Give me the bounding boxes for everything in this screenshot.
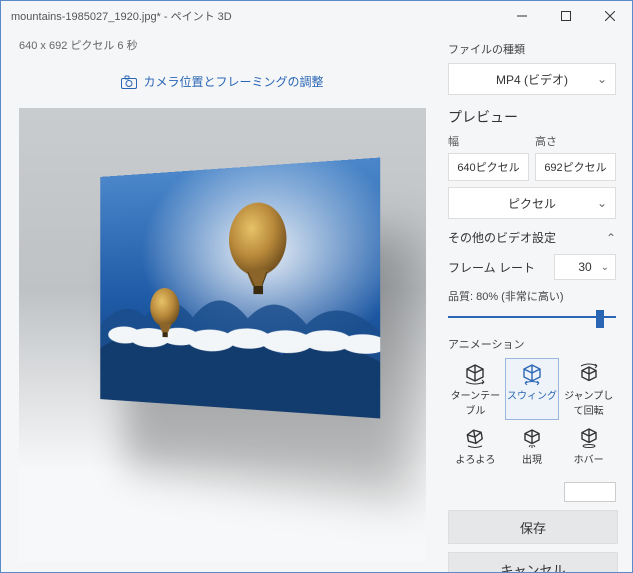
cube-swing-icon xyxy=(520,363,544,385)
animation-swing[interactable]: スウィング xyxy=(505,358,560,420)
unit-dropdown[interactable]: ピクセル ⌄ xyxy=(448,187,616,219)
height-label: 高さ xyxy=(535,133,616,149)
other-video-settings-label: その他のビデオ設定 xyxy=(448,229,556,246)
background-color-swatch[interactable] xyxy=(564,482,616,502)
unit-value: ピクセル xyxy=(508,195,556,212)
quality-slider[interactable] xyxy=(448,310,616,324)
cancel-button[interactable]: キャンセル xyxy=(448,552,618,572)
dimensions-readout: 640 x 692 ピクセル 6 秒 xyxy=(19,37,426,53)
settings-panel: ファイルの種類 MP4 (ビデオ) ⌄ プレビュー 幅 640ピクセル 高さ 6… xyxy=(436,31,632,572)
preview-image xyxy=(100,158,380,419)
cube-jump-icon xyxy=(577,363,601,385)
quality-label: 品質: 80% (非常に高い) xyxy=(448,288,616,304)
animation-wobble[interactable]: よろよろ xyxy=(448,422,503,478)
file-type-value: MP4 (ビデオ) xyxy=(496,71,568,88)
close-icon xyxy=(605,11,615,21)
other-video-settings-toggle[interactable]: その他のビデオ設定 ⌃ xyxy=(448,229,616,246)
animation-label: スウィング xyxy=(507,387,557,402)
save-button[interactable]: 保存 xyxy=(448,510,618,544)
minimize-icon xyxy=(517,11,527,21)
framerate-value: 30 xyxy=(578,260,591,274)
framerate-label: フレーム レート xyxy=(448,259,554,276)
cube-wobble-icon xyxy=(463,427,487,449)
animation-appear[interactable]: 出現 xyxy=(505,422,560,478)
cube-rotate-icon xyxy=(463,363,487,385)
animation-jump-rotate[interactable]: ジャンプして回転 xyxy=(561,358,616,420)
close-button[interactable] xyxy=(588,1,632,31)
window-title: mountains-1985027_1920.jpg* - ペイント 3D xyxy=(11,8,500,24)
animation-label: ジャンプして回転 xyxy=(562,387,615,417)
framerate-dropdown[interactable]: 30 ⌄ xyxy=(554,254,616,280)
cube-appear-icon xyxy=(520,427,544,449)
chevron-down-icon: ⌄ xyxy=(597,196,607,210)
maximize-icon xyxy=(561,11,571,21)
width-label: 幅 xyxy=(448,133,529,149)
animation-label: ターンテーブル xyxy=(449,387,502,417)
minimize-button[interactable] xyxy=(500,1,544,31)
slider-track xyxy=(448,316,616,318)
preview-artwork xyxy=(100,158,380,419)
animation-heading: アニメーション xyxy=(448,336,616,352)
preview-stage[interactable] xyxy=(19,108,426,562)
cancel-label: キャンセル xyxy=(500,560,565,573)
height-input[interactable]: 692ピクセル xyxy=(535,153,616,181)
animation-label: ホバー xyxy=(574,451,604,466)
export-dialog: mountains-1985027_1920.jpg* - ペイント 3D 64… xyxy=(0,0,633,573)
animation-hover[interactable]: ホバー xyxy=(561,422,616,478)
width-input[interactable]: 640ピクセル xyxy=(448,153,529,181)
file-type-label: ファイルの種類 xyxy=(448,41,616,57)
animation-label: よろよろ xyxy=(455,451,495,466)
animation-grid: ターンテーブル スウィング ジャンプして回転 よろよろ 出現 xyxy=(448,358,616,478)
file-type-dropdown[interactable]: MP4 (ビデオ) ⌄ xyxy=(448,63,616,95)
titlebar: mountains-1985027_1920.jpg* - ペイント 3D xyxy=(1,1,632,31)
preview-pane: 640 x 692 ピクセル 6 秒 カメラ位置とフレーミングの調整 xyxy=(1,31,436,572)
animation-label: 出現 xyxy=(522,451,542,466)
animation-turntable[interactable]: ターンテーブル xyxy=(448,358,503,420)
chevron-down-icon: ⌄ xyxy=(601,262,609,273)
cube-hover-icon xyxy=(577,427,601,449)
camera-icon xyxy=(121,75,137,89)
slider-thumb[interactable] xyxy=(596,310,604,328)
chevron-down-icon: ⌄ xyxy=(597,72,607,86)
save-label: 保存 xyxy=(520,518,546,537)
chevron-up-icon: ⌃ xyxy=(606,231,616,245)
camera-adjust-button[interactable]: カメラ位置とフレーミングの調整 xyxy=(111,67,333,96)
camera-adjust-label: カメラ位置とフレーミングの調整 xyxy=(143,73,323,90)
maximize-button[interactable] xyxy=(544,1,588,31)
preview-heading: プレビュー xyxy=(448,107,616,127)
